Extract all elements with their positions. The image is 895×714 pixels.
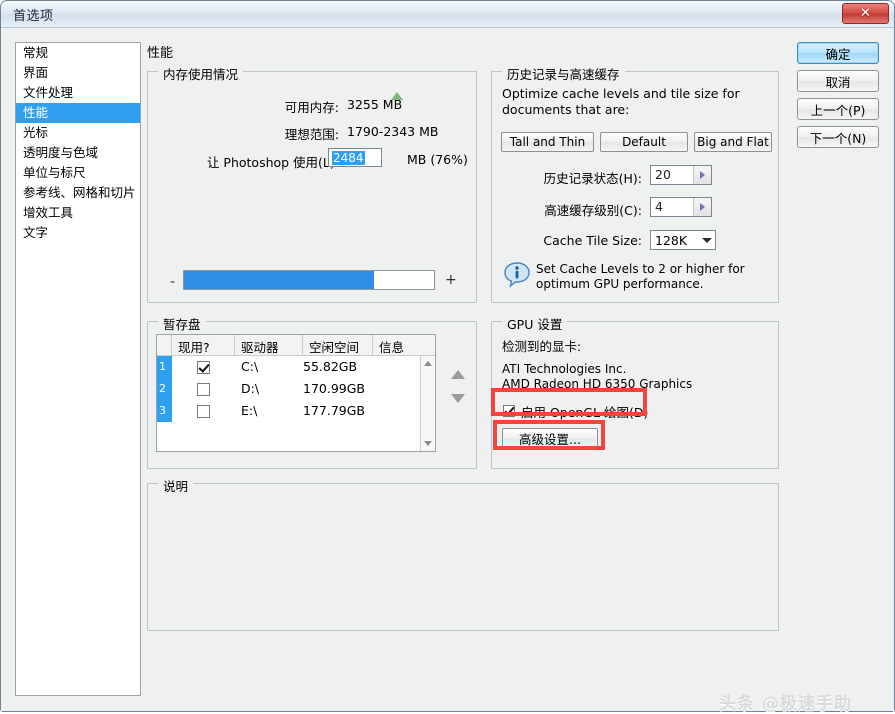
table-row[interactable]: 1 C:\ 55.82GB [157,356,435,378]
row-index: 2 [157,378,172,400]
sidebar-item-transparency[interactable]: 透明度与色域 [16,143,140,163]
memory-percent-label: MB (76%) [407,152,468,167]
active-checkbox-cell[interactable] [172,356,235,378]
sidebar-item-performance[interactable]: 性能 [16,103,140,123]
title-bar: 首选项 ✕ [1,1,894,28]
ideal-range-value: 1790-2343 MB [347,124,439,139]
ideal-range-label: 理想范围: [284,127,339,142]
gpu-settings-legend: GPU 设置 [502,314,568,333]
cache-tile-size-label: Cache Tile Size: [543,233,642,248]
column-header-info: 信息 [379,340,405,355]
gpu-model: AMD Radeon HD 6350 Graphics [502,377,693,391]
window-title: 首选项 [13,9,54,24]
sidebar-item-guides-grid[interactable]: 参考线、网格和切片 [16,183,140,203]
free-space: 55.82GB [303,359,358,374]
preferences-dialog: 首选项 ✕ 常规 界面 文件处理 性能 光标 透明度与色域 单位与标尺 参考线、… [0,0,895,714]
move-up-icon[interactable] [451,370,465,382]
memory-usage-group: 内存使用情况 可用内存: 3255 MB 理想范围: 1790-2343 MB … [147,64,477,303]
next-button[interactable]: 下一个(N) [797,126,879,148]
cache-levels-label: 高速缓存级别(C): [544,203,642,218]
gpu-vendor: ATI Technologies Inc. [502,362,627,376]
sidebar-item-units-rulers[interactable]: 单位与标尺 [16,163,140,183]
close-icon[interactable]: ✕ [842,3,889,24]
description-legend: 说明 [158,476,194,495]
memory-usage-legend: 内存使用情况 [158,64,244,83]
memory-amount-value: 2484 [332,151,365,165]
preset-tall-and-thin-button[interactable]: Tall and Thin [501,132,594,152]
cancel-button[interactable]: 取消 [797,70,879,92]
move-down-icon[interactable] [451,394,465,406]
sidebar-item-general[interactable]: 常规 [16,43,140,63]
scratch-active-checkbox[interactable] [197,382,210,396]
ok-button[interactable]: 确定 [797,42,879,64]
history-cache-legend: 历史记录与高速缓存 [502,64,625,83]
history-states-label: 历史记录状态(H): [543,171,642,186]
info-icon [504,262,530,288]
history-cache-group: 历史记录与高速缓存 Optimize cache levels and tile… [491,64,779,303]
drive-letter: D:\ [241,381,260,396]
free-space: 170.99GB [303,381,365,396]
column-header-active: 现用? [172,335,235,355]
scroll-down-icon[interactable] [421,436,435,451]
scratch-active-checkbox[interactable] [197,360,210,374]
scratch-active-checkbox[interactable] [197,404,210,418]
cache-levels-stepper[interactable]: 4 [650,197,712,217]
row-index: 3 [157,400,172,422]
memory-slider[interactable] [183,270,435,290]
description-group: 说明 [147,476,779,631]
active-checkbox-cell[interactable] [172,378,235,400]
cache-tile-size-select[interactable]: 128K [650,230,716,250]
sidebar-item-plugins[interactable]: 增效工具 [16,203,140,223]
sidebar-item-interface[interactable]: 界面 [16,63,140,83]
enable-opengl-checkbox[interactable] [503,405,515,417]
history-states-stepper[interactable]: 20 [650,165,712,185]
memory-slider-marker[interactable] [391,92,404,100]
cache-levels-note: Set Cache Levels to 2 or higher for opti… [536,262,745,291]
previous-button[interactable]: 上一个(P) [797,98,879,120]
drive-letter: C:\ [241,359,259,374]
page-title: 性能 [147,46,174,61]
watermark: 头条 @极速手助 [719,694,852,714]
sidebar-item-type[interactable]: 文字 [16,223,140,243]
enable-opengl-row[interactable]: 启用 OpenGL 绘图(D) [498,400,670,422]
sidebar-item-file-handling[interactable]: 文件处理 [16,83,140,103]
preset-default-button[interactable]: Default [600,132,688,152]
category-list[interactable]: 常规 界面 文件处理 性能 光标 透明度与色域 单位与标尺 参考线、网格和切片 … [15,42,141,696]
column-header-index [157,335,172,355]
cache-tile-size-value: 128K [655,232,688,248]
gpu-settings-group: GPU 设置 检测到的显卡: ATI Technologies Inc. AMD… [491,314,779,469]
memory-slider-fill [184,271,374,289]
table-row[interactable]: 2 D:\ 170.99GB [157,378,435,400]
enable-opengl-label: 启用 OpenGL 绘图(D) [521,404,649,420]
sidebar-item-cursors[interactable]: 光标 [16,123,140,143]
table-header-row: 现用? 驱动器 空闲空间 信息 [157,335,435,356]
drive-letter: E:\ [241,403,258,418]
column-header-free-space: 空闲空间 [303,335,373,355]
scrollbar[interactable] [420,356,435,451]
advanced-settings-button[interactable]: 高级设置... [502,428,598,449]
memory-amount-input[interactable]: 2484 [328,148,382,167]
let-photoshop-use-label: 让 Photoshop 使用(L): [206,155,339,170]
scratch-disk-group: 暂存盘 现用? 驱动器 空闲空间 信息 1 C:\ 55.82GB 2 D:\ … [147,314,477,469]
scratch-disk-table[interactable]: 现用? 驱动器 空闲空间 信息 1 C:\ 55.82GB 2 D:\ 170.… [156,334,436,452]
preset-big-and-flat-button[interactable]: Big and Flat [694,132,772,152]
slider-increase-label: + [445,272,457,288]
history-states-stepper-arrow-icon[interactable] [693,166,711,184]
slider-decrease-label: - [170,274,176,290]
dialog-client-area: 常规 界面 文件处理 性能 光标 透明度与色域 单位与标尺 参考线、网格和切片 … [1,28,894,714]
available-memory-label: 可用内存: [284,100,339,115]
table-row[interactable]: 3 E:\ 177.79GB [157,400,435,422]
active-checkbox-cell[interactable] [172,400,235,422]
column-header-drive: 驱动器 [235,335,303,355]
scratch-disk-legend: 暂存盘 [158,314,206,333]
free-space: 177.79GB [303,403,365,418]
row-index: 1 [157,356,172,378]
detected-gpu-label: 检测到的显卡: [502,339,582,354]
scroll-up-icon[interactable] [421,356,435,371]
history-states-value: 20 [655,167,671,182]
chevron-down-icon[interactable] [699,237,715,243]
cache-levels-value: 4 [655,199,663,214]
optimize-description: Optimize cache levels and tile size for … [502,86,740,117]
cache-levels-stepper-arrow-icon[interactable] [693,198,711,216]
